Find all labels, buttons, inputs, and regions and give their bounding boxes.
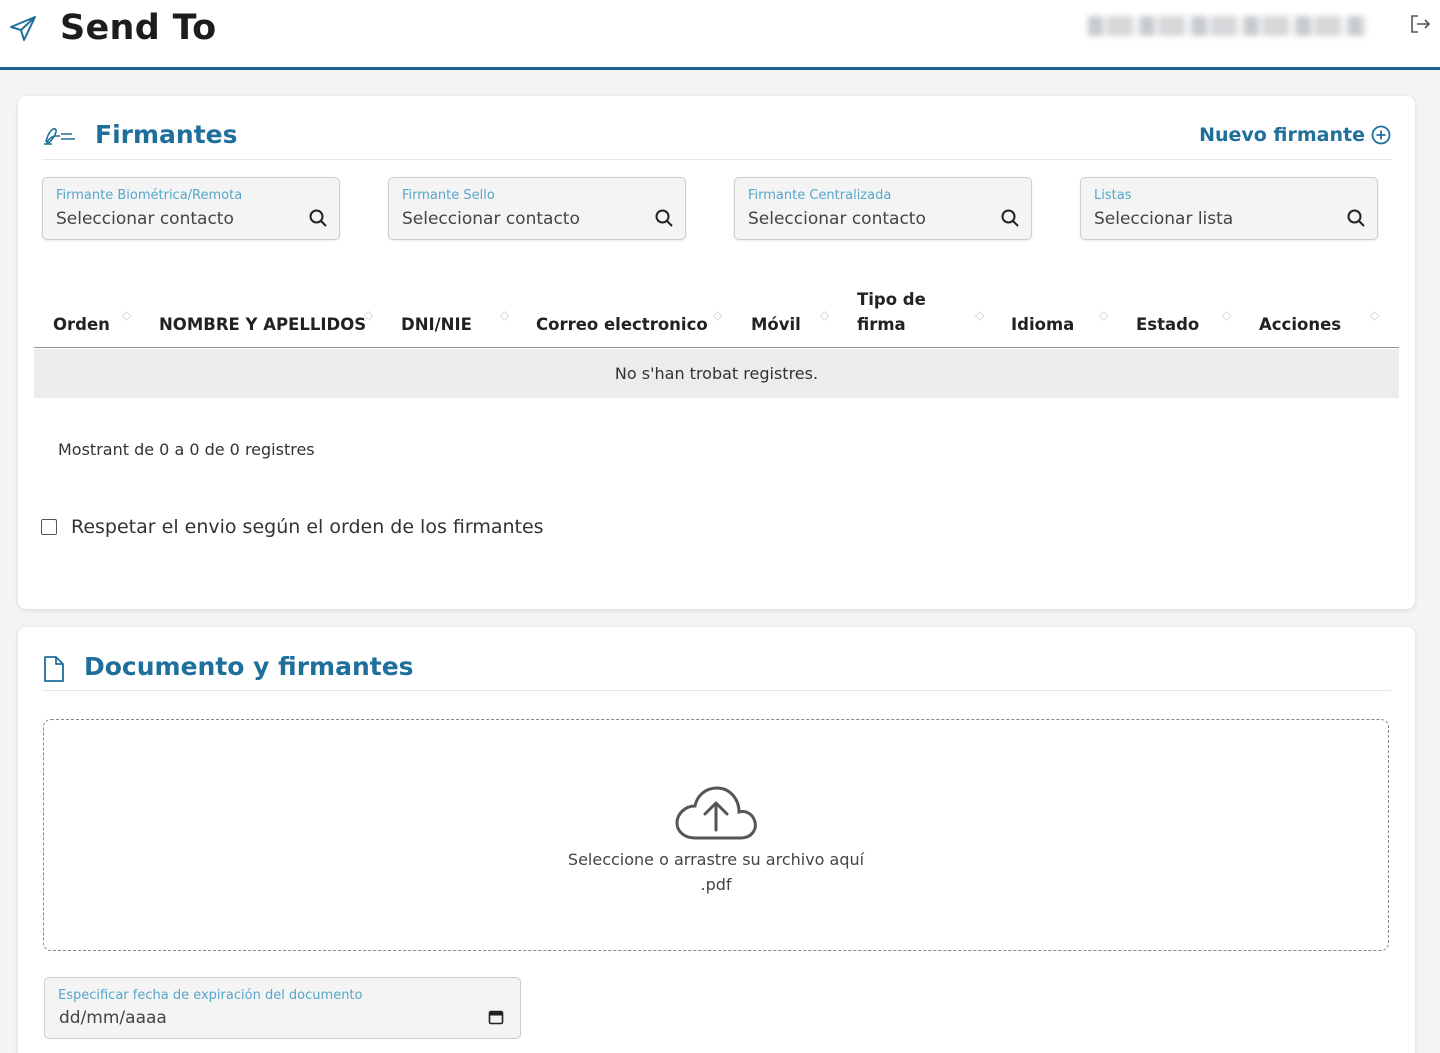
sort-icon[interactable]: ◇ <box>1222 308 1232 322</box>
search-icon[interactable] <box>654 208 674 228</box>
search-icon[interactable] <box>1000 208 1020 228</box>
search-icon[interactable] <box>308 208 328 228</box>
sort-icon[interactable]: ◇ <box>820 308 830 322</box>
col-idioma[interactable]: Idioma <box>1011 312 1074 337</box>
table-info: Mostrant de 0 a 0 de 0 registres <box>58 440 315 459</box>
cloud-upload-icon <box>675 786 757 840</box>
field-label: Firmante Sello <box>402 188 495 203</box>
signers-table-header: Orden ◇ NOMBRE Y APELLIDOS ◇ DNI/NIE ◇ C… <box>34 280 1399 348</box>
signature-icon <box>44 127 75 145</box>
firmantes-title: Firmantes <box>95 120 238 149</box>
col-orden[interactable]: Orden <box>53 312 110 337</box>
field-label: Especificar fecha de expiración del docu… <box>58 988 363 1003</box>
col-tipo-line2[interactable]: firma <box>857 312 906 337</box>
calendar-icon[interactable] <box>488 1009 504 1025</box>
new-signer-button[interactable]: Nuevo firmante <box>1199 124 1391 146</box>
lists-field[interactable]: Listas Seleccionar lista <box>1080 177 1378 240</box>
firmantes-card: Firmantes Nuevo firmante Firmante Biomét… <box>18 96 1415 609</box>
page-title: Send To <box>60 8 217 48</box>
expiry-date-field[interactable]: Especificar fecha de expiración del docu… <box>44 977 521 1039</box>
seal-signer-field[interactable]: Firmante Sello Seleccionar contacto <box>388 177 686 240</box>
sort-icon[interactable]: ◇ <box>122 308 132 322</box>
sort-icon[interactable]: ◇ <box>500 308 510 322</box>
sort-icon[interactable]: ◇ <box>713 308 723 322</box>
col-correo[interactable]: Correo electronico <box>536 312 708 337</box>
col-estado[interactable]: Estado <box>1136 312 1199 337</box>
order-checkbox[interactable] <box>41 519 57 535</box>
field-label: Firmante Biométrica/Remota <box>56 188 243 203</box>
sort-icon[interactable]: ◇ <box>1370 308 1380 322</box>
new-signer-label: Nuevo firmante <box>1199 124 1365 146</box>
col-movil[interactable]: Móvil <box>751 312 801 337</box>
date-placeholder: dd/mm/aaaa <box>59 1008 167 1028</box>
firmantes-header: Firmantes Nuevo firmante <box>42 96 1391 160</box>
order-checkbox-row: Respetar el envio según el orden de los … <box>41 516 544 538</box>
field-placeholder: Seleccionar contacto <box>56 209 234 229</box>
order-checkbox-label[interactable]: Respetar el envio según el orden de los … <box>71 516 544 538</box>
logout-icon[interactable] <box>1408 12 1432 36</box>
top-header: Send To <box>0 0 1440 70</box>
field-placeholder: Seleccionar contacto <box>402 209 580 229</box>
plus-circle-icon <box>1371 125 1391 145</box>
document-card: Documento y firmantes Seleccione o arras… <box>18 627 1415 1053</box>
biometric-signer-field[interactable]: Firmante Biométrica/Remota Seleccionar c… <box>42 177 340 240</box>
col-acciones[interactable]: Acciones <box>1259 312 1341 337</box>
sort-icon[interactable]: ◇ <box>364 308 374 322</box>
document-title: Documento y firmantes <box>84 652 414 681</box>
file-dropzone[interactable]: Seleccione o arrastre su archivo aquí .p… <box>43 719 1389 951</box>
field-placeholder: Seleccionar contacto <box>748 209 926 229</box>
sort-icon[interactable]: ◇ <box>975 308 985 322</box>
field-label: Listas <box>1094 188 1132 203</box>
col-nombre[interactable]: NOMBRE Y APELLIDOS <box>159 312 366 337</box>
dropzone-text: Seleccione o arrastre su archivo aquí <box>567 850 865 869</box>
search-icon[interactable] <box>1346 208 1366 228</box>
paper-plane-icon <box>10 16 36 41</box>
document-header: Documento y firmantes <box>42 627 1391 691</box>
col-dni[interactable]: DNI/NIE <box>401 312 472 337</box>
table-empty-row: No s'han trobat registres. <box>34 349 1399 398</box>
user-name-blurred <box>1088 16 1366 36</box>
sort-icon[interactable]: ◇ <box>1099 308 1109 322</box>
field-label: Firmante Centralizada <box>748 188 892 203</box>
col-tipo-line1[interactable]: Tipo de <box>857 287 926 312</box>
document-icon <box>44 656 64 682</box>
field-placeholder: Seleccionar lista <box>1094 209 1234 229</box>
centralized-signer-field[interactable]: Firmante Centralizada Seleccionar contac… <box>734 177 1032 240</box>
dropzone-ext: .pdf <box>700 875 732 894</box>
